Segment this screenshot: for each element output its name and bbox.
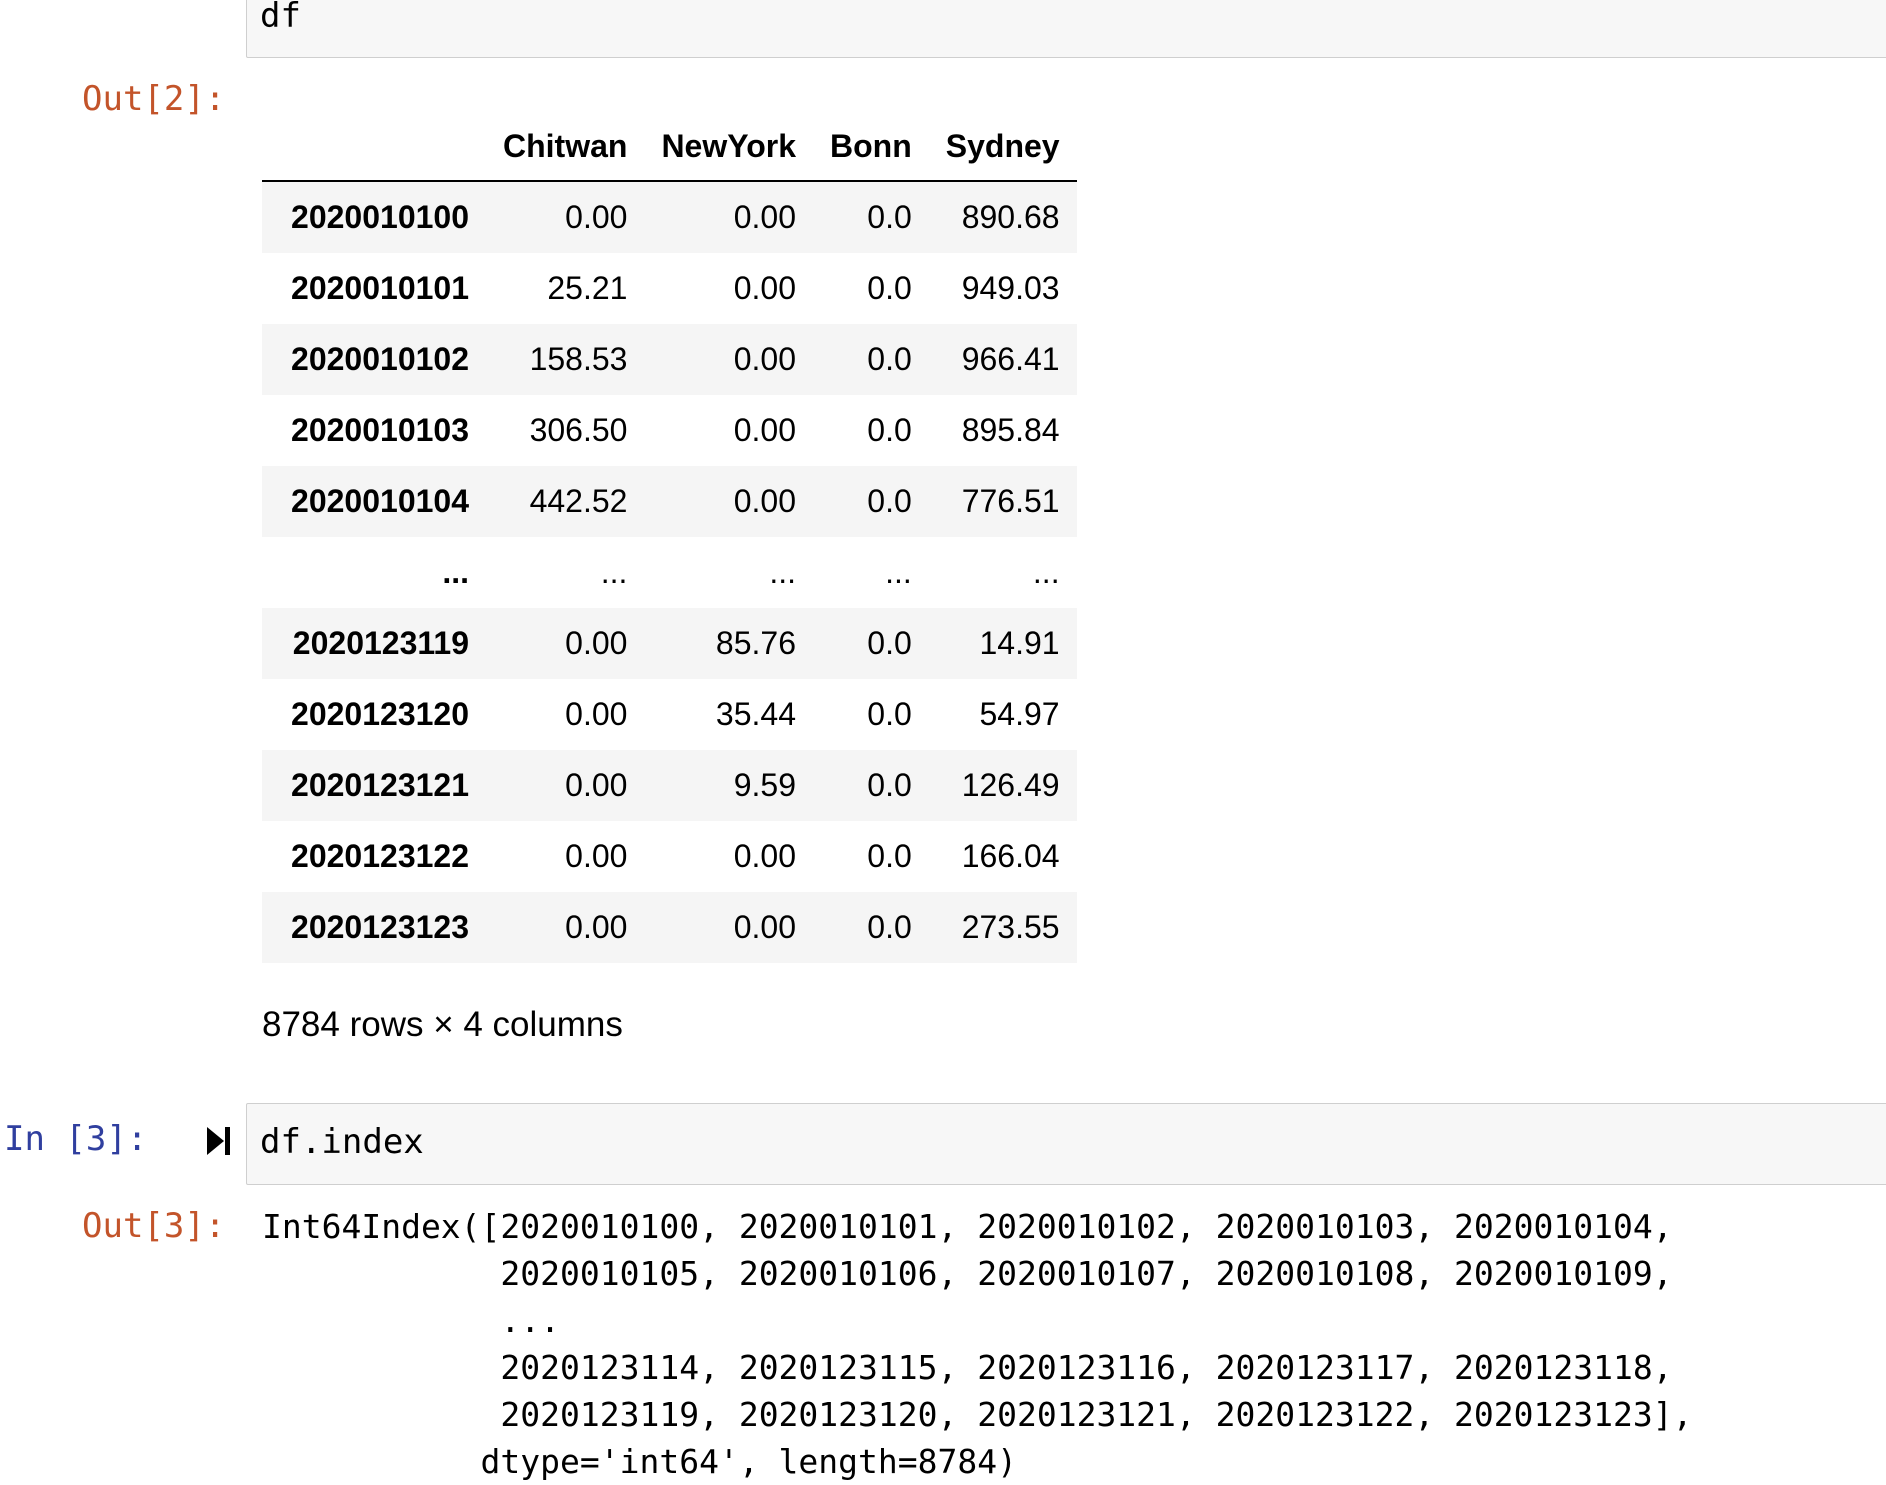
table-cell: 0.00 (565, 838, 628, 874)
table-cell: 0.00 (733, 412, 796, 448)
dataframe-shape-caption: 8784 rows × 4 columns (262, 1005, 623, 1044)
table-row: 2020123123 0.00 0.00 0.0 273.55 (262, 892, 1077, 963)
row-index: 2020010102 (291, 341, 469, 377)
table-row: 2020010104 442.52 0.00 0.0 776.51 (262, 466, 1077, 537)
cell-1-code-editor[interactable]: df (246, 0, 1886, 58)
out-2-prompt: Out[2]: (82, 79, 226, 119)
in-3-prompt: In [3]: (4, 1119, 148, 1159)
table-cell: 126.49 (961, 767, 1060, 803)
table-cell: 166.04 (961, 838, 1060, 874)
cell-3-code-editor[interactable]: df.index (246, 1103, 1886, 1185)
table-row: 2020123120 0.00 35.44 0.0 54.97 (262, 679, 1077, 750)
index-header (262, 112, 486, 182)
row-index: 2020010100 (291, 199, 469, 235)
table-cell: 0.0 (867, 341, 912, 377)
index-output-line: 2020123114, 2020123115, 2020123116, 2020… (262, 1348, 1673, 1387)
table-cell: 0.00 (733, 838, 796, 874)
table-cell: 442.52 (529, 483, 628, 519)
index-output-line: 2020010105, 2020010106, 2020010107, 2020… (262, 1254, 1673, 1293)
column-header-sydney: Sydney (928, 112, 1077, 182)
index-output-line: ... (262, 1301, 561, 1340)
dataframe-table: Chitwan NewYork Bonn Sydney 2020010100 0… (262, 112, 1077, 963)
table-row-ellipsis: ... ... ... ... ... (262, 537, 1077, 608)
cell-3-code: df.index (260, 1122, 424, 1162)
table-cell: 0.00 (733, 270, 796, 306)
table-cell: 14.91 (979, 625, 1060, 661)
table-cell: ... (600, 554, 628, 590)
table-cell: 895.84 (961, 412, 1060, 448)
index-output-line: Int64Index([2020010100, 2020010101, 2020… (262, 1207, 1673, 1246)
column-header-newyork: NewYork (644, 112, 813, 182)
table-header-row: Chitwan NewYork Bonn Sydney (262, 112, 1077, 182)
table-cell: 0.0 (867, 412, 912, 448)
table-cell: 890.68 (961, 199, 1060, 235)
table-cell: 0.0 (867, 696, 912, 732)
out-3-prompt: Out[3]: (82, 1206, 226, 1246)
row-index: 2020010104 (291, 483, 469, 519)
table-cell: 0.00 (565, 909, 628, 945)
table-cell: 966.41 (961, 341, 1060, 377)
table-row: 2020123121 0.00 9.59 0.0 126.49 (262, 750, 1077, 821)
column-header-bonn: Bonn (813, 112, 929, 182)
table-cell: 0.0 (867, 199, 912, 235)
table-row: 2020010103 306.50 0.00 0.0 895.84 (262, 395, 1077, 466)
index-output-line: dtype='int64', length=8784) (262, 1442, 1017, 1481)
table-cell: 0.00 (733, 483, 796, 519)
row-index: 2020010103 (291, 412, 469, 448)
table-cell: 949.03 (961, 270, 1060, 306)
table-cell: 0.00 (565, 625, 628, 661)
table-cell: 0.0 (867, 767, 912, 803)
table-cell: ... (769, 554, 796, 590)
row-index: ... (442, 554, 469, 590)
table-row: 2020010100 0.00 0.00 0.0 890.68 (262, 181, 1077, 253)
table-cell: 0.0 (867, 625, 912, 661)
table-cell: 158.53 (529, 341, 628, 377)
row-index: 2020123121 (291, 767, 469, 803)
row-index: 2020123122 (291, 838, 469, 874)
table-row: 2020123122 0.00 0.00 0.0 166.04 (262, 821, 1077, 892)
index-output: Int64Index([2020010100, 2020010101, 2020… (262, 1203, 1692, 1485)
table-cell: 306.50 (529, 412, 628, 448)
table-cell: 85.76 (715, 625, 796, 661)
table-cell: 776.51 (961, 483, 1060, 519)
table-cell: 25.21 (547, 270, 628, 306)
table-cell: 273.55 (961, 909, 1060, 945)
table-cell: 0.00 (565, 767, 628, 803)
table-cell: ... (1032, 554, 1060, 590)
table-cell: 35.44 (715, 696, 796, 732)
index-output-line: 2020123119, 2020123120, 2020123121, 2020… (262, 1395, 1693, 1434)
table-cell: 0.0 (867, 270, 912, 306)
table-cell: 0.00 (565, 199, 628, 235)
table-row: 2020123119 0.00 85.76 0.0 14.91 (262, 608, 1077, 679)
table-cell: 0.00 (733, 341, 796, 377)
row-index: 2020123119 (292, 625, 469, 661)
table-cell: 0.00 (733, 909, 796, 945)
column-header-chitwan: Chitwan (486, 112, 645, 182)
table-cell: ... (885, 554, 912, 590)
row-index: 2020010101 (291, 270, 469, 306)
table-cell: 0.0 (867, 483, 912, 519)
table-cell: 0.0 (867, 909, 912, 945)
table-row: 2020010101 25.21 0.00 0.0 949.03 (262, 253, 1077, 324)
table-row: 2020010102 158.53 0.00 0.0 966.41 (262, 324, 1077, 395)
cell-1-code: df (260, 0, 301, 36)
table-cell: 0.00 (565, 696, 628, 732)
table-cell: 9.59 (733, 767, 796, 803)
row-index: 2020123123 (291, 909, 469, 945)
table-cell: 0.0 (867, 838, 912, 874)
table-cell: 0.00 (733, 199, 796, 235)
run-cell-icon[interactable] (206, 1124, 232, 1158)
table-cell: 54.97 (979, 696, 1060, 732)
row-index: 2020123120 (291, 696, 469, 732)
